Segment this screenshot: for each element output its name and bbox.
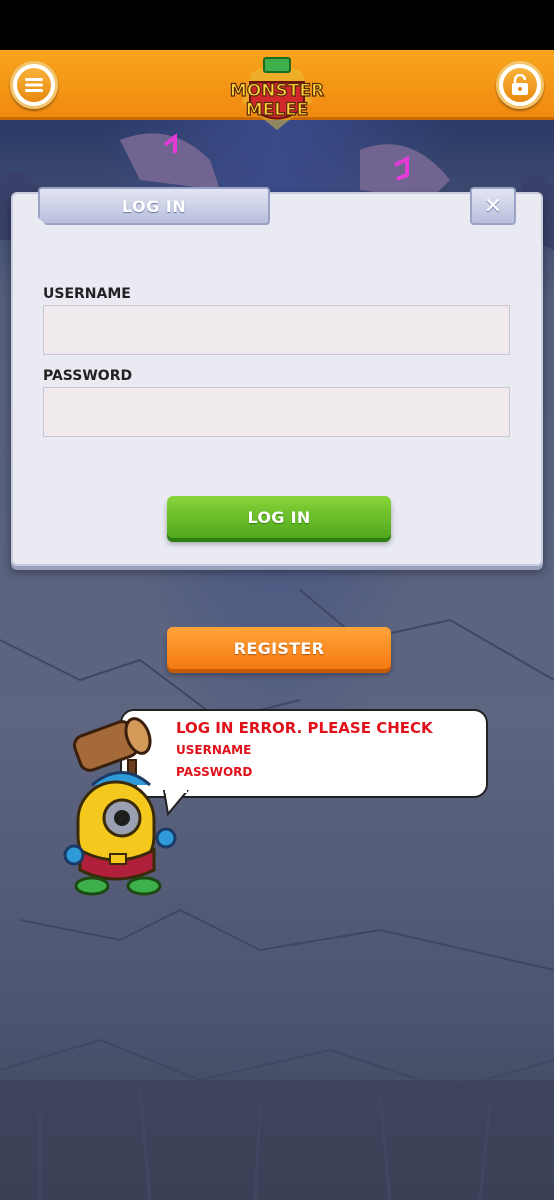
error-title: LOG IN ERROR. PLEASE CHECK — [176, 719, 433, 737]
username-label: USERNAME — [43, 286, 131, 302]
username-field[interactable] — [43, 305, 510, 355]
error-item-username: USERNAME — [176, 743, 252, 757]
svg-text:MONSTER: MONSTER — [230, 81, 324, 101]
lock-button[interactable] — [496, 61, 544, 109]
tab-log-in-label: LOG IN — [121, 196, 187, 216]
error-item-password: PASSWORD — [176, 765, 253, 779]
register-button[interactable]: REGISTER — [167, 627, 391, 669]
password-field[interactable] — [43, 387, 510, 437]
close-icon: ✕ — [483, 193, 503, 219]
hamburger-menu-icon — [17, 68, 51, 102]
password-label: PASSWORD — [43, 368, 133, 384]
menu-button[interactable] — [10, 61, 58, 109]
mascot-character — [63, 717, 177, 896]
unlock-icon — [503, 68, 537, 102]
close-button[interactable]: ✕ — [470, 187, 516, 225]
log-in-button[interactable]: LOG IN — [167, 496, 391, 538]
top-bar: MONSTER MELEE — [0, 50, 554, 130]
status-bar — [0, 0, 554, 50]
monster-melee-logo: MONSTER MELEE — [229, 57, 325, 130]
tab-log-in[interactable]: LOG IN — [38, 187, 270, 225]
svg-text:MELEE: MELEE — [246, 100, 309, 120]
